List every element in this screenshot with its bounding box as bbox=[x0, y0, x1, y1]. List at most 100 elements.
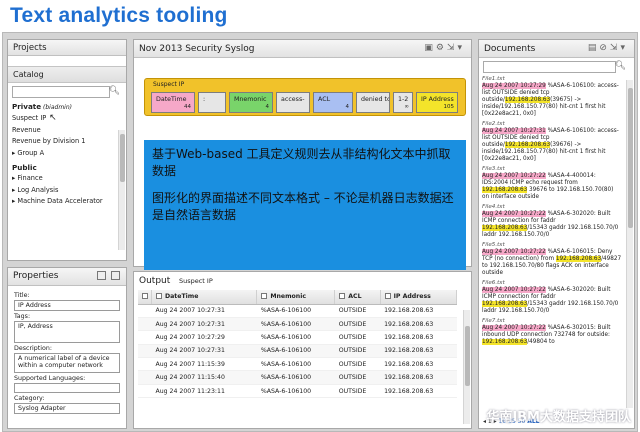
document-item[interactable]: File6.txt Aug 24 2007 10:27:22 %ASA-6-302… bbox=[479, 280, 625, 315]
grid-icon[interactable]: ▤ bbox=[588, 43, 600, 53]
property-label: Supported Languages: bbox=[14, 375, 86, 382]
table-row[interactable]: Aug 24 2007 10:27:31 %ASA-6-106100 OUTSIDE… bbox=[138, 344, 457, 359]
expression-token[interactable]: DateTime 44 bbox=[151, 92, 195, 113]
table-row[interactable]: Aug 24 2007 11:15:40 %ASA-6-106100 OUTSIDE… bbox=[138, 370, 457, 385]
menu-icon[interactable]: ▾ bbox=[620, 43, 628, 53]
column-checkbox[interactable] bbox=[339, 293, 346, 300]
document-item[interactable]: File5.txt Aug 24 2007 10:27:22 %ASA-6-106… bbox=[479, 242, 625, 277]
search-icon[interactable]: 🔍︎ bbox=[615, 61, 626, 71]
export-icon[interactable]: ⇲ bbox=[447, 43, 458, 53]
table-row[interactable]: Aug 24 2007 11:15:39 %ASA-6-106100 OUTSIDE… bbox=[138, 357, 457, 372]
catalog-scrollbar[interactable] bbox=[118, 130, 125, 250]
document-item[interactable]: File4.txt Aug 24 2007 10:27:22 %ASA-6-302… bbox=[479, 204, 625, 239]
output-scrollbar[interactable] bbox=[463, 310, 470, 424]
table-row[interactable]: Aug 24 2007 11:23:11 %ASA-6-106100 OUTSIDE… bbox=[138, 384, 457, 399]
property-field[interactable]: IP, Address bbox=[14, 321, 120, 343]
document-item[interactable]: File3.txt Aug 24 2007 10:27:22 %ASA-4-400… bbox=[479, 166, 625, 201]
projects-title[interactable]: Projects bbox=[8, 40, 126, 56]
column-checkbox[interactable] bbox=[156, 293, 162, 300]
expression-token[interactable]: denied tcp bbox=[356, 92, 390, 113]
column-header[interactable]: DateTime bbox=[151, 290, 258, 305]
expression-token[interactable]: Mnemonic 4 bbox=[229, 92, 273, 113]
table-cell: OUTSIDE bbox=[334, 384, 381, 399]
table-cell: OUTSIDE bbox=[334, 330, 381, 345]
filter-icon[interactable]: ⊘ bbox=[599, 43, 610, 53]
menu-icon[interactable]: ▾ bbox=[457, 43, 465, 53]
output-subtitle: Suspect IP bbox=[178, 277, 213, 285]
watermark: 华南IBM大数据支持团队 bbox=[486, 410, 631, 425]
token-text: DateTime bbox=[156, 96, 187, 103]
property-field[interactable] bbox=[14, 383, 120, 393]
editor-title: Nov 2013 Security Syslog bbox=[134, 40, 471, 58]
datetime-highlight: Aug 24 2007 10:27:31 bbox=[482, 128, 546, 134]
document-item[interactable]: File2.txt Aug 24 2007 10:27:31 %ASA-6-106… bbox=[479, 121, 625, 163]
datetime-highlight: Aug 24 2007 10:27:22 bbox=[482, 249, 546, 255]
catalog-item[interactable]: Revenue by Division 1 bbox=[12, 136, 122, 147]
select-all-checkbox[interactable] bbox=[138, 290, 152, 305]
app-window: Projects Catalog 🔍︎ Private (biadmin) Sus… bbox=[2, 32, 638, 432]
document-filename: File2.txt bbox=[482, 121, 505, 127]
table-cell: 192.168.208.63 bbox=[380, 357, 457, 372]
run-icon[interactable]: ⚙ bbox=[436, 43, 447, 53]
editor-title-text: Nov 2013 Security Syslog bbox=[139, 44, 255, 54]
table-row[interactable]: Aug 24 2007 10:27:31 %ASA-6-106100 OUTSIDE… bbox=[138, 317, 457, 332]
catalog-item[interactable]: ▸ Finance bbox=[12, 173, 122, 184]
catalog-group-label[interactable]: Public bbox=[12, 162, 122, 173]
overlay-text: 图形化的界面描述不同文本格式 – 不论是机器日志数据还是自然语言数据 bbox=[152, 191, 454, 222]
table-cell: Aug 24 2007 10:27:31 bbox=[151, 304, 257, 318]
table-cell: OUTSIDE bbox=[334, 317, 381, 332]
grid-icon[interactable] bbox=[97, 271, 106, 280]
export-icon[interactable]: ⇲ bbox=[610, 43, 621, 53]
table-cell: OUTSIDE bbox=[334, 370, 381, 385]
catalog-item[interactable]: ▸ Log Analysis bbox=[12, 185, 122, 196]
column-checkbox[interactable] bbox=[384, 293, 391, 300]
catalog-group-owner: (biadmin) bbox=[41, 104, 72, 111]
catalog-group-label[interactable]: Private (biadmin) bbox=[12, 101, 122, 113]
documents-scrollbar[interactable] bbox=[626, 80, 633, 408]
properties-form: Title: IP Address Tags: IP, Address Descript… bbox=[8, 286, 126, 414]
search-icon[interactable]: 🔍︎ bbox=[109, 86, 120, 96]
list-icon[interactable] bbox=[111, 271, 120, 280]
token-count: 44 bbox=[184, 104, 191, 110]
column-header[interactable]: Mnemonic bbox=[256, 290, 336, 305]
token-text: 1-2 bbox=[398, 96, 409, 103]
property-field[interactable]: Syslog Adapter bbox=[14, 403, 120, 414]
catalog-item[interactable]: ▸ Group A bbox=[12, 148, 122, 159]
property-field[interactable]: A numerical label of a device within a c… bbox=[14, 353, 120, 373]
table-cell: 192.168.208.63 bbox=[380, 384, 457, 399]
ip-highlight: 192.168.208.63 bbox=[482, 187, 528, 193]
catalog-search-input[interactable]: 🔍︎ bbox=[12, 86, 120, 98]
token-text: IP Address bbox=[421, 96, 454, 103]
column-header[interactable]: ACL bbox=[334, 290, 381, 305]
expression-token[interactable]: access- bbox=[276, 92, 310, 113]
expression-token[interactable]: ACL 4 bbox=[313, 92, 353, 113]
expression-token[interactable]: 1-2 ∞ bbox=[393, 92, 413, 113]
cursor-icon: ↖ bbox=[46, 113, 57, 124]
document-filename: File6.txt bbox=[482, 280, 505, 286]
column-checkbox[interactable] bbox=[261, 293, 268, 300]
table-cell: %ASA-6-106100 bbox=[256, 330, 335, 345]
column-header-label: IP Address bbox=[393, 293, 431, 301]
table-cell: OUTSIDE bbox=[334, 344, 381, 359]
expression-token[interactable]: IP Address 105 bbox=[416, 92, 458, 113]
document-item[interactable]: File7.txt Aug 24 2007 10:27:22 %ASA-6-302… bbox=[479, 318, 625, 346]
documents-toolbar: ▤⊘⇲▾ bbox=[588, 43, 628, 53]
catalog-item[interactable]: Suspect IP ↖ bbox=[12, 113, 122, 124]
table-row[interactable]: Aug 24 2007 10:27:29 %ASA-6-106100 OUTSIDE… bbox=[138, 330, 457, 345]
expression-token[interactable]: : bbox=[198, 92, 226, 113]
column-header[interactable]: IP Address bbox=[380, 290, 458, 305]
documents-title: Documents bbox=[484, 44, 536, 54]
save-icon[interactable]: ▣ bbox=[424, 43, 436, 53]
document-item[interactable]: File1.txt Aug 24 2007 10:27:29 %ASA-6-106… bbox=[479, 76, 625, 118]
catalog-item[interactable]: Revenue bbox=[12, 125, 122, 136]
documents-search-input[interactable]: 🔍︎ bbox=[483, 61, 626, 73]
extractor-expression[interactable]: Suspect IP DateTime 44: Mnemonic 4 access- AC… bbox=[144, 78, 466, 116]
catalog-item[interactable]: ▸ Machine Data Accelerator bbox=[12, 196, 122, 207]
table-row[interactable]: Aug 24 2007 10:27:31 %ASA-6-106100 OUTSIDE… bbox=[138, 304, 457, 318]
row-spacer bbox=[138, 370, 152, 385]
property-field[interactable]: IP Address bbox=[14, 300, 120, 311]
property-label: Tags: bbox=[14, 313, 31, 320]
document-filename: File4.txt bbox=[482, 204, 505, 210]
row-spacer bbox=[138, 384, 152, 399]
row-spacer bbox=[138, 330, 152, 345]
